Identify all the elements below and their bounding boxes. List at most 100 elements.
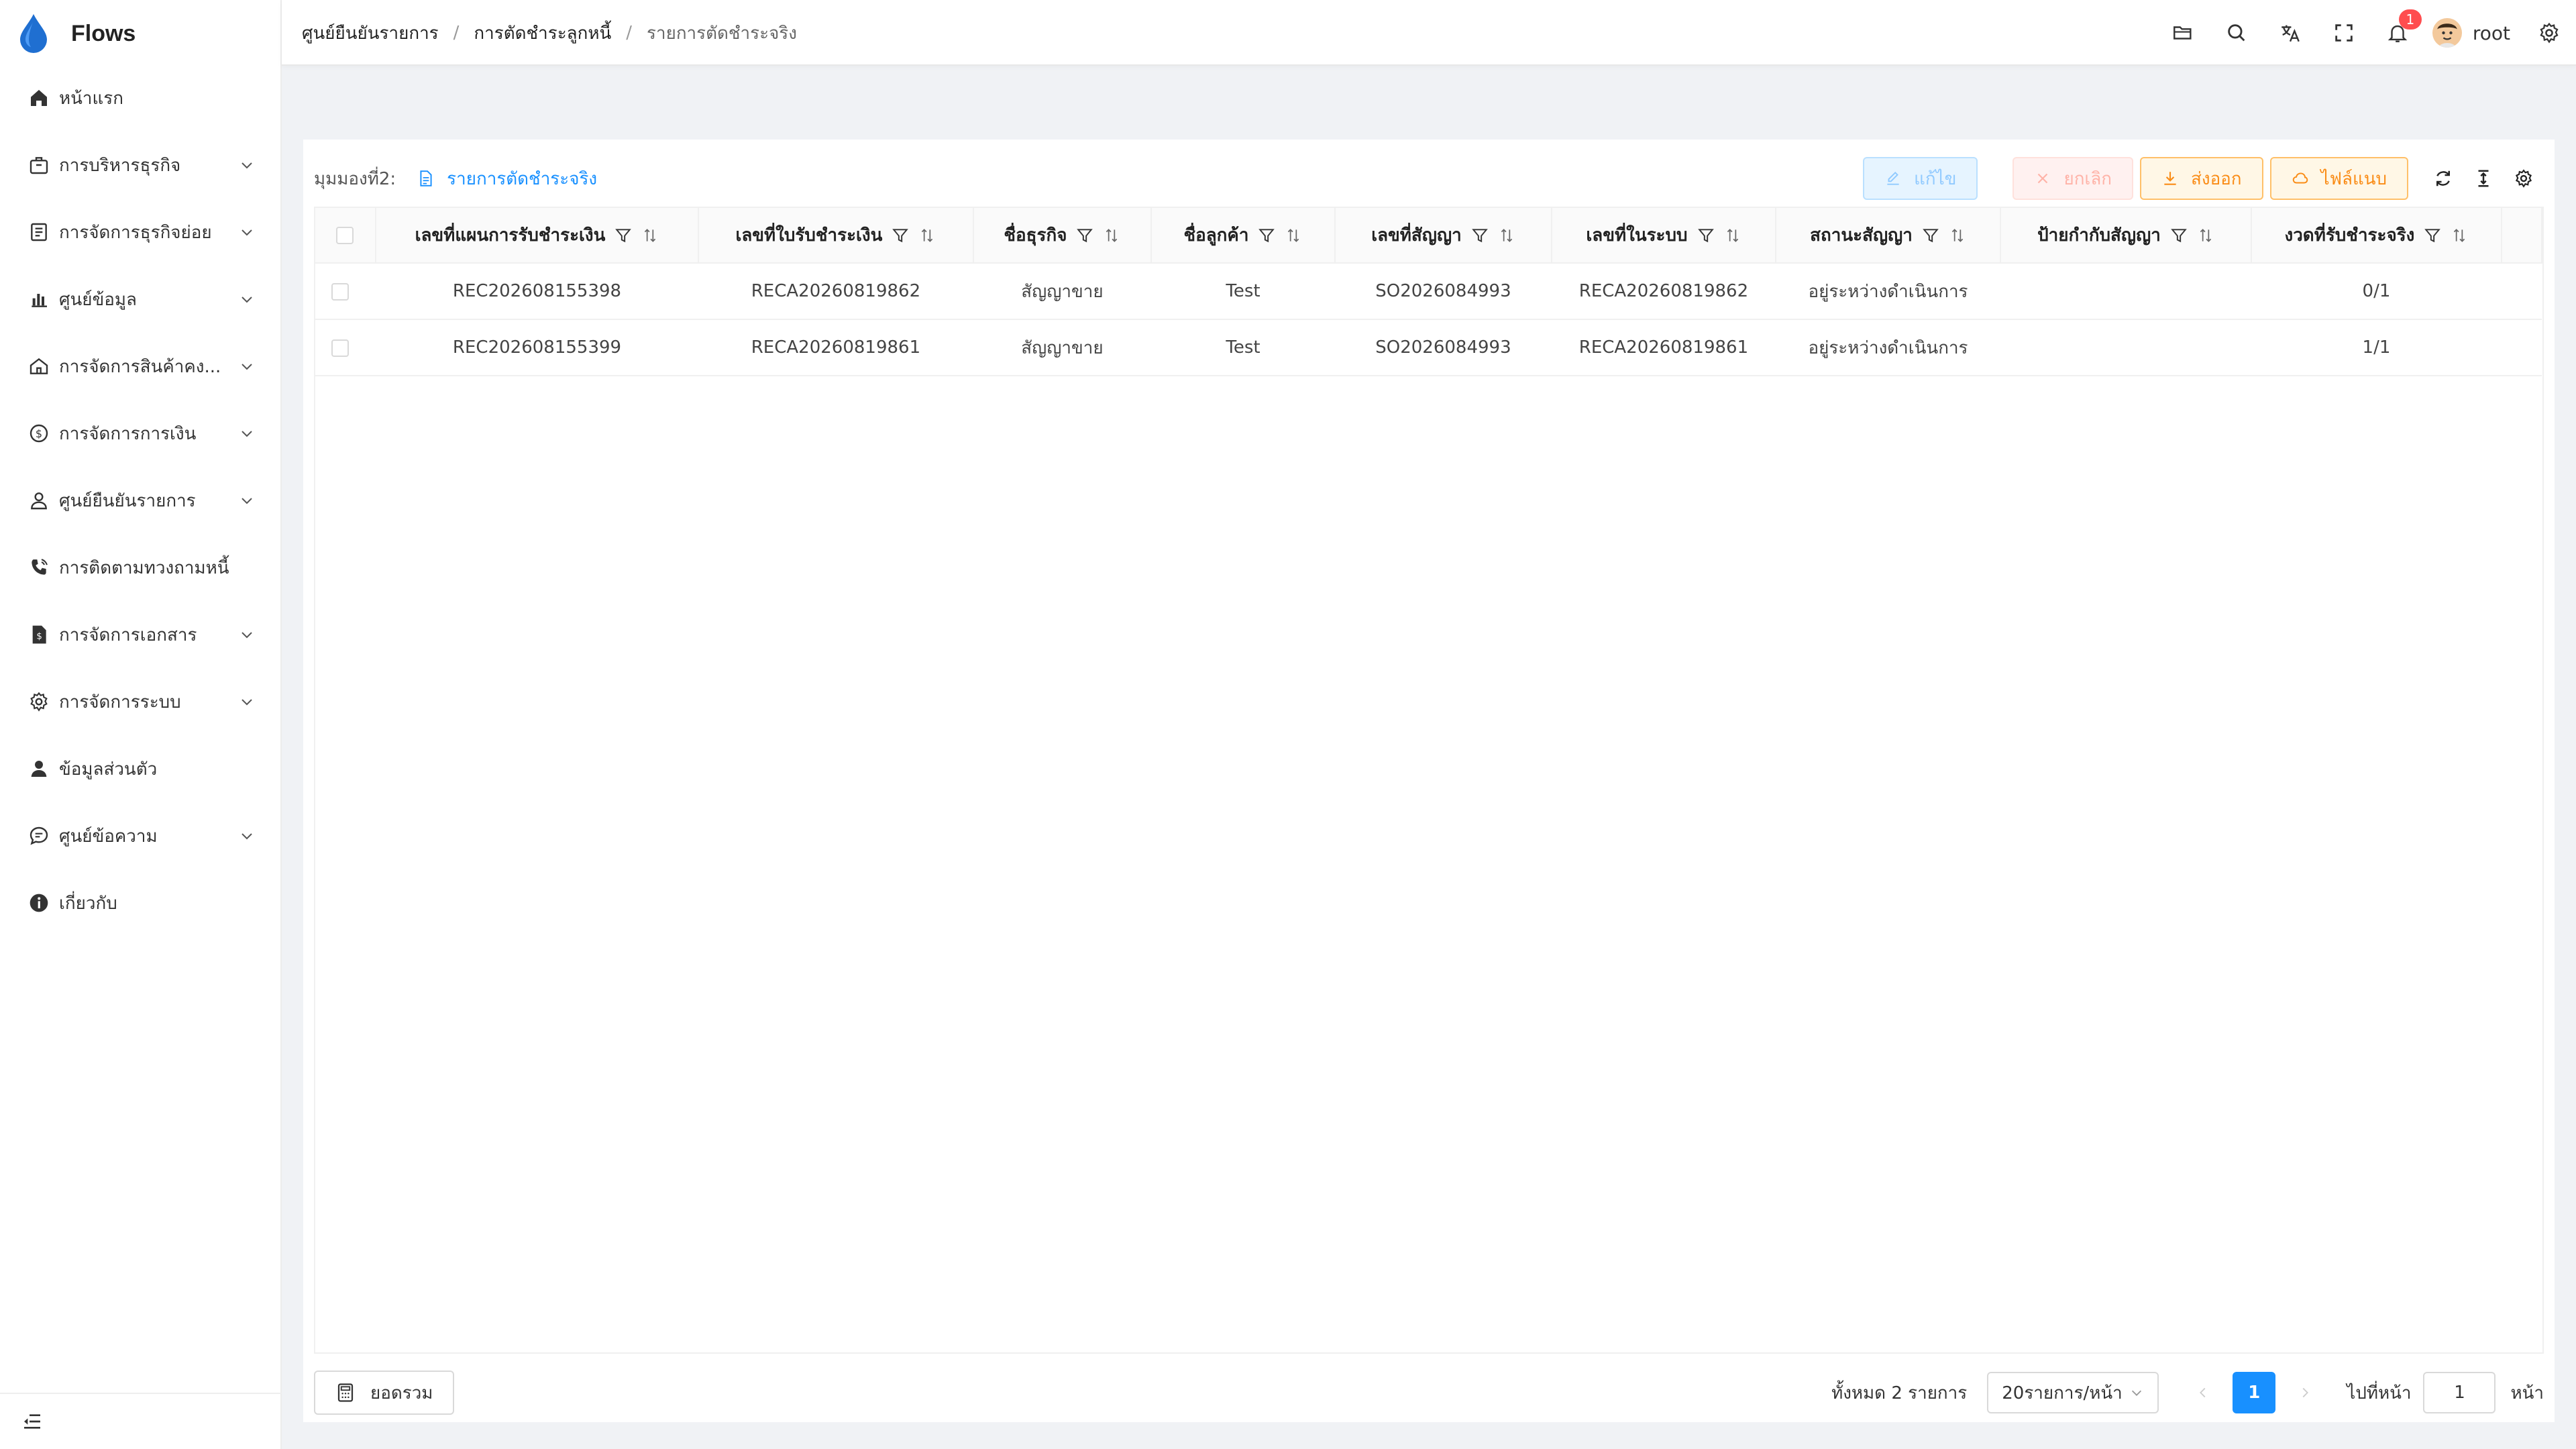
folder-open-icon: [2173, 26, 2192, 40]
chevron-down-icon: [241, 431, 252, 437]
chevron-down-icon: [241, 699, 252, 706]
user-icon: [27, 488, 51, 513]
column-header[interactable]: เลขที่แผนการรับชำระเงิน: [375, 208, 700, 264]
sidebar-item-message-center[interactable]: ศูนย์ข้อความ: [0, 802, 282, 869]
search-button[interactable]: [2210, 0, 2263, 66]
column-header[interactable]: สถานะสัญญา: [1775, 208, 2002, 264]
breadcrumb-item[interactable]: ศูนย์ยืนยันรายการ: [302, 19, 439, 47]
sidebar-item-profile[interactable]: ข้อมูลส่วนตัว: [0, 735, 282, 802]
sidebar-item-finance[interactable]: $ การจัดการการเงิน: [0, 400, 282, 467]
cell-plan-no: REC202608155398: [375, 263, 699, 320]
sidebar-item-data-center[interactable]: ศูนย์ข้อมูล: [0, 266, 282, 333]
download-icon: [2164, 172, 2176, 185]
breadcrumb-item[interactable]: การตัดชำระลูกหนี้: [474, 19, 611, 47]
density-button[interactable]: [2463, 157, 2504, 200]
column-header[interactable]: งวดที่รับชำระจริง: [2251, 208, 2503, 264]
page-size-value: 20รายการ/หน้า: [2002, 1383, 2123, 1403]
app-logo[interactable]: Flows: [16, 14, 136, 53]
folder-button[interactable]: [2156, 0, 2210, 66]
sort-icon[interactable]: [641, 227, 659, 244]
person-icon: [27, 757, 51, 781]
sort-icon[interactable]: [1103, 227, 1120, 244]
prev-page-button[interactable]: [2182, 1372, 2224, 1413]
row-select-cell: [315, 319, 376, 376]
data-table: เลขที่แผนการรับชำระเงิน เลขที่ใบรับชำระเ…: [314, 207, 2544, 1354]
settings-button[interactable]: [2529, 0, 2569, 66]
sort-icon[interactable]: [1724, 227, 1741, 244]
column-settings-button[interactable]: [2504, 157, 2544, 200]
edit-button[interactable]: แก้ไข: [1863, 157, 1978, 200]
cell-business-name: สัญญาขาย: [973, 319, 1152, 376]
cell-customer-name: Test: [1151, 319, 1335, 376]
filter-icon[interactable]: [892, 227, 909, 244]
calculator-icon: [337, 1383, 354, 1402]
translate-icon: [2282, 25, 2300, 42]
sort-icon[interactable]: [1285, 227, 1302, 244]
sidebar-item-label: การติดตามทวงถามหนี้: [59, 557, 229, 578]
goto-page-input[interactable]: 1: [2423, 1372, 2496, 1413]
select-all-checkbox[interactable]: [336, 227, 354, 244]
export-button[interactable]: ส่งออก: [2140, 157, 2263, 200]
sort-icon[interactable]: [1498, 227, 1515, 244]
sidebar-item-about[interactable]: เกี่ยวกับ: [0, 869, 282, 936]
sidebar-collapse-button[interactable]: [0, 1393, 282, 1449]
cancel-button[interactable]: ยกเลิก: [2012, 157, 2133, 200]
sidebar-item-label: เกี่ยวกับ: [59, 893, 117, 914]
column-header[interactable]: ป้ายกำกับสัญญา: [2000, 208, 2252, 264]
dollar-circle-icon: $: [27, 421, 51, 445]
sort-icon[interactable]: [2451, 227, 2468, 244]
sidebar-item-home[interactable]: หน้าแรก: [0, 64, 282, 131]
app-name: Flows: [71, 20, 136, 46]
filter-icon[interactable]: [1258, 227, 1275, 244]
summary-button[interactable]: ยอดรวม: [314, 1371, 455, 1415]
column-title: ชื่อลูกค้า: [1183, 225, 1249, 246]
fullscreen-button[interactable]: [2317, 0, 2371, 66]
pagination: ทั้งหมด 2 รายการ 20รายการ/หน้า 1 ไปที่หน…: [1831, 1368, 2544, 1417]
filter-icon[interactable]: [614, 227, 632, 244]
column-title: เลขที่ในระบบ: [1586, 225, 1688, 246]
language-button[interactable]: [2263, 0, 2317, 66]
row-checkbox[interactable]: [331, 339, 349, 357]
column-header[interactable]: เลขที่ใบรับชำระเงิน: [698, 208, 974, 264]
column-header[interactable]: ชื่อลูกค้า: [1151, 208, 1336, 264]
file-text-icon: [420, 170, 432, 186]
filter-icon[interactable]: [1076, 227, 1093, 244]
table-row[interactable]: REC202608155399 RECA20260819861 สัญญาขาย…: [315, 319, 2542, 376]
view-label: มุมมองที่2:: [314, 168, 396, 189]
sidebar-item-sub-business[interactable]: การจัดการธุรกิจย่อย: [0, 199, 282, 266]
sidebar-item-debt-collection[interactable]: การติดตามทวงถามหนี้: [0, 534, 282, 601]
sidebar-item-label: ข้อมูลส่วนตัว: [59, 759, 158, 780]
column-header[interactable]: เลขที่ในระบบ: [1552, 208, 1776, 264]
cell-contract-tag: [2000, 263, 2251, 320]
view-link[interactable]: รายการตัดชำระจริง: [417, 165, 597, 193]
sort-icon[interactable]: [2197, 227, 2214, 244]
filter-icon[interactable]: [2424, 227, 2441, 244]
sidebar-item-confirmation-center[interactable]: ศูนย์ยืนยันรายการ: [0, 467, 282, 534]
column-header[interactable]: ชื่อธุรกิจ: [973, 208, 1152, 264]
filter-icon[interactable]: [1697, 227, 1715, 244]
sort-icon[interactable]: [1949, 227, 1966, 244]
filter-icon[interactable]: [1471, 227, 1489, 244]
refresh-button[interactable]: [2423, 157, 2463, 200]
column-title: เลขที่แผนการรับชำระเงิน: [415, 225, 606, 246]
sort-icon[interactable]: [918, 227, 936, 244]
sidebar-item-system[interactable]: การจัดการระบบ: [0, 668, 282, 735]
sidebar-item-business-management[interactable]: การบริหารธุรกิจ: [0, 131, 282, 199]
page-size-select[interactable]: 20รายการ/หน้า: [1987, 1372, 2159, 1413]
filter-icon[interactable]: [1922, 227, 1939, 244]
breadcrumb-separator: /: [626, 23, 633, 43]
sidebar-item-inventory[interactable]: การจัดการสินค้าคง...: [0, 333, 282, 400]
user-menu[interactable]: root: [2432, 18, 2510, 48]
next-page-button[interactable]: [2284, 1372, 2326, 1413]
notification-button[interactable]: 1: [2371, 0, 2424, 66]
attachment-button[interactable]: ไฟล์แนบ: [2269, 157, 2408, 200]
filter-icon[interactable]: [2170, 227, 2188, 244]
list-doc-icon: [27, 220, 51, 244]
column-header[interactable]: เลขที่สัญญา: [1334, 208, 1553, 264]
attach-label: ไฟล์แนบ: [2320, 168, 2387, 189]
sidebar-item-documents[interactable]: $ การจัดการเอกสาร: [0, 601, 282, 668]
row-checkbox[interactable]: [331, 282, 349, 301]
search-icon: [2228, 24, 2245, 42]
page-number-current[interactable]: 1: [2233, 1372, 2276, 1413]
table-row[interactable]: REC202608155398 RECA20260819862 สัญญาขาย…: [315, 263, 2542, 320]
